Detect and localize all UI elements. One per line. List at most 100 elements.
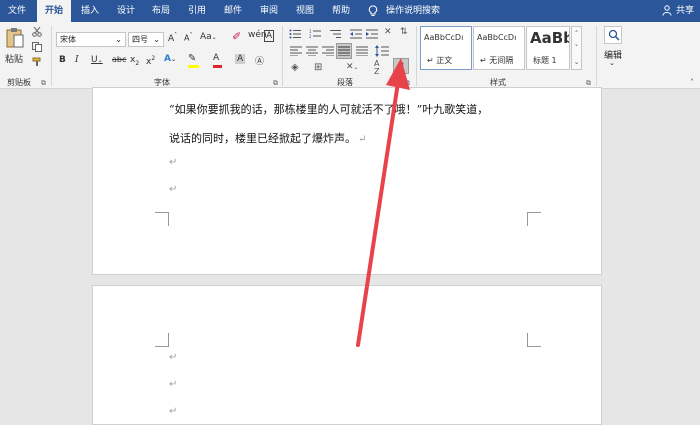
italic-button[interactable]: I — [75, 55, 79, 65]
person-icon — [662, 5, 672, 16]
chevron-down-icon: ˅ — [574, 44, 579, 52]
tab-home[interactable]: 开始 — [37, 0, 71, 22]
crop-mark — [527, 212, 541, 226]
paste-button[interactable]: 粘贴 — [3, 25, 27, 67]
paragraph-mark: ↵ — [169, 352, 178, 363]
shading-icon[interactable]: ◈ — [291, 62, 299, 73]
multilevel-list-icon[interactable] — [329, 29, 343, 39]
highlight-button[interactable]: ✎ — [188, 53, 199, 68]
paragraph-mark: ↵ — [169, 406, 178, 417]
search-icon — [608, 29, 620, 41]
styles-scroll[interactable]: ˄ ˅ ⌄ — [571, 26, 582, 70]
subscript-button[interactable]: x2 — [130, 55, 139, 67]
crop-mark — [155, 333, 169, 347]
font-color-button[interactable]: A — [213, 53, 222, 68]
crop-mark — [155, 212, 169, 226]
justify-button[interactable] — [336, 43, 352, 59]
sort-icon[interactable]: ⇅ — [400, 27, 408, 37]
paragraph-mark: ↵ — [169, 379, 178, 390]
document-line-2[interactable]: 说话的同时，楼里已经掀起了爆炸声。 ↵ — [169, 130, 366, 146]
font-name-value: 宋体 — [60, 35, 76, 44]
style-preview: AaBbCcDı — [424, 33, 464, 42]
collapse-ribbon-icon[interactable]: ˄ — [690, 78, 694, 87]
decrease-indent-icon[interactable] — [350, 29, 362, 39]
cut-icon[interactable] — [32, 27, 42, 37]
numbering-icon[interactable]: 12 — [309, 29, 323, 39]
share-button[interactable]: 共享 — [658, 0, 700, 22]
tab-help[interactable]: 帮助 — [324, 0, 358, 22]
format-painter-icon[interactable] — [32, 57, 42, 67]
title-tab-bar: 文件 开始 插入 设计 布局 引用 邮件 审阅 视图 帮助 操作说明搜索 共享 — [0, 0, 700, 22]
tab-mailings[interactable]: 邮件 — [216, 0, 250, 22]
page-1[interactable]: “如果你要抓我的话，那栋楼里的人可就活不了哦！”叶九歌笑道， 说话的同时，楼里已… — [92, 87, 602, 275]
paragraph-mark: ↵ — [169, 157, 178, 168]
align-left-icon[interactable] — [290, 46, 302, 56]
style-card-heading1[interactable]: AaBb 标题 1 — [526, 26, 570, 70]
align-right-icon[interactable] — [322, 46, 334, 56]
clear-formatting-icon[interactable]: ✐ — [232, 30, 241, 43]
distributed-icon[interactable] — [356, 46, 368, 56]
clipboard-icon — [6, 28, 24, 48]
lightbulb-icon — [368, 5, 378, 16]
change-case-icon[interactable]: Aa⌄ — [200, 32, 217, 42]
superscript-button[interactable]: x2 — [146, 55, 155, 67]
sort-az-icon[interactable]: AZ — [374, 60, 379, 76]
ribbon-home: 粘贴 剪贴板 ⧉ 宋体 ⌄ 四号 ⌄ A˄ A˅ Aa⌄ ✐ wén A B I U… — [0, 22, 700, 89]
chevron-down-icon: ⌄ — [609, 59, 615, 67]
svg-text:2: 2 — [309, 34, 312, 39]
borders-icon[interactable]: ⊞ — [314, 62, 322, 73]
shrink-font-icon[interactable]: A˅ — [184, 32, 192, 43]
tab-review[interactable]: 审阅 — [252, 0, 286, 22]
separator — [282, 26, 283, 86]
font-size-value: 四号 — [132, 35, 148, 44]
increase-indent-icon[interactable] — [366, 29, 378, 39]
chinese-layout-icon[interactable]: ✕ — [384, 27, 392, 37]
tab-layout[interactable]: 布局 — [144, 0, 178, 22]
underline-button[interactable]: U⌄ — [91, 55, 103, 65]
char-shading-button[interactable]: A — [235, 54, 246, 64]
bold-button[interactable]: B — [59, 55, 66, 65]
more-icon: ⌄ — [573, 58, 580, 66]
paragraph-mark-icon: ↵ — [397, 61, 405, 71]
strikethrough-button[interactable]: abc — [112, 55, 126, 64]
style-name: ↵ 正文 — [427, 56, 453, 65]
copy-icon[interactable] — [32, 42, 42, 52]
char-border-button[interactable]: Ⓐ — [255, 54, 264, 67]
editing-button[interactable]: 编辑 ⌄ — [601, 26, 625, 70]
crop-mark — [527, 333, 541, 347]
chevron-down-icon: ⌄ — [115, 35, 122, 44]
style-card-no-spacing[interactable]: AaBbCcDı ↵ 无间隔 — [473, 26, 525, 70]
line2-text: 说话的同时，楼里已经掀起了爆炸声。 — [169, 132, 356, 145]
style-preview: AaBb — [530, 29, 570, 47]
bullets-icon[interactable] — [289, 29, 303, 39]
tab-references[interactable]: 引用 — [180, 0, 214, 22]
tab-view[interactable]: 视图 — [288, 0, 322, 22]
font-size-select[interactable]: 四号 ⌄ — [128, 32, 164, 47]
text-effects-button[interactable]: A⌄ — [164, 54, 176, 64]
tab-insert[interactable]: 插入 — [73, 0, 107, 22]
line-spacing-icon[interactable] — [375, 45, 389, 57]
style-name: 标题 1 — [533, 56, 557, 65]
separator — [51, 26, 52, 86]
tab-design[interactable]: 设计 — [109, 0, 143, 22]
style-card-normal[interactable]: AaBbCcDı ↵ 正文 — [420, 26, 472, 70]
style-name: ↵ 无间隔 — [480, 56, 514, 65]
search-label: 操作说明搜索 — [386, 6, 441, 16]
tell-me-search[interactable]: 操作说明搜索 — [364, 0, 444, 22]
font-name-select[interactable]: 宋体 ⌄ — [56, 32, 126, 47]
highlighter-icon: ✎ — [188, 53, 197, 64]
separator — [416, 26, 417, 86]
page-2[interactable]: ↵ ↵ ↵ — [92, 285, 602, 425]
font-color-icon: A — [213, 53, 220, 63]
align-center-icon[interactable] — [306, 46, 318, 56]
asian-typography-icon[interactable]: ✕⌄ — [346, 62, 359, 72]
style-preview: AaBbCcDı — [477, 33, 517, 42]
show-paragraph-marks-button[interactable]: ↵ — [393, 58, 409, 74]
separator — [596, 26, 597, 86]
tab-file[interactable]: 文件 — [0, 0, 34, 22]
enclose-char-icon[interactable]: A — [264, 30, 275, 42]
document-line-1[interactable]: “如果你要抓我的话，那栋楼里的人可就活不了哦！”叶九歌笑道， — [169, 101, 488, 117]
clipboard-dialog-launcher[interactable]: ⧉ — [41, 79, 46, 88]
grow-font-icon[interactable]: A˄ — [168, 32, 177, 44]
justify-icon — [338, 46, 350, 56]
